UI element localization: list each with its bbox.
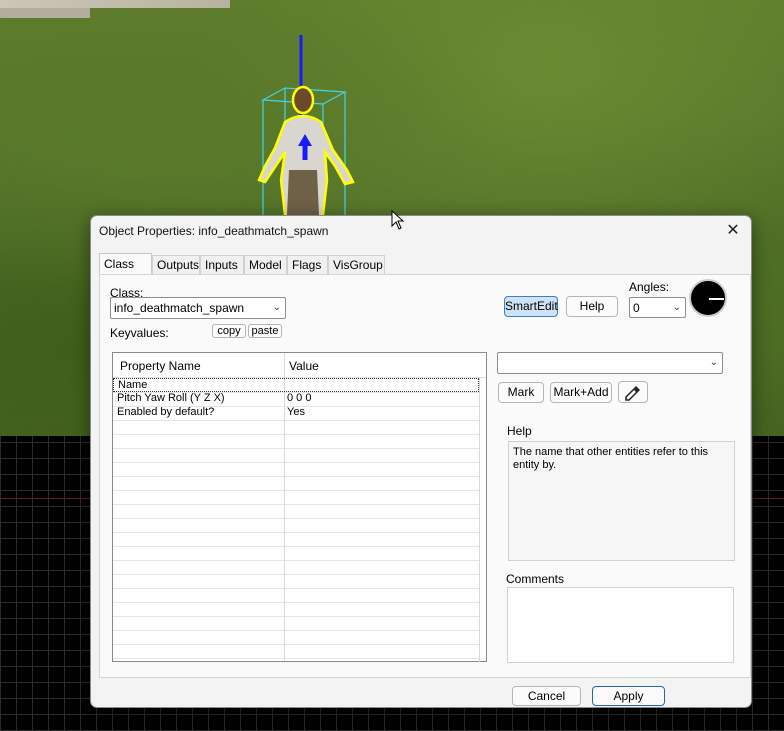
column-property-name[interactable]: Property Name <box>120 359 201 373</box>
angles-label: Angles: <box>629 280 670 294</box>
tab-outputs[interactable]: Outputs <box>152 255 200 275</box>
dialog-title: Object Properties: info_deathmatch_spawn <box>99 224 329 238</box>
class-combobox[interactable]: info_deathmatch_spawn ⌄ <box>110 297 286 319</box>
property-list[interactable]: Property Name Value Name Pitch Yaw Roll … <box>112 352 487 662</box>
help-button[interactable]: Help <box>566 296 618 317</box>
property-name-cell: Name <box>118 379 148 391</box>
property-value-cell: 0 0 0 <box>287 392 312 404</box>
help-section-label: Help <box>507 424 532 438</box>
close-button[interactable]: ✕ <box>721 219 745 243</box>
help-text: The name that other entities refer to th… <box>513 446 709 471</box>
dialog-titlebar[interactable]: Object Properties: info_deathmatch_spawn… <box>91 216 751 246</box>
object-properties-dialog: Object Properties: info_deathmatch_spawn… <box>90 215 752 708</box>
tab-inputs[interactable]: Inputs <box>200 255 244 275</box>
chevron-down-icon: ⌄ <box>272 302 281 313</box>
column-value[interactable]: Value <box>289 359 319 373</box>
property-name-cell: Pitch Yaw Roll (Y Z X) <box>117 392 225 404</box>
chevron-down-icon: ⌄ <box>709 357 718 368</box>
property-list-header: Property Name Value <box>113 353 486 378</box>
smartedit-button[interactable]: SmartEdit <box>504 296 558 317</box>
angles-value: 0 <box>633 301 640 315</box>
property-value-cell: Yes <box>287 406 305 418</box>
class-value: info_deathmatch_spawn <box>114 301 245 315</box>
table-row[interactable]: Enabled by default? Yes <box>113 406 479 420</box>
angle-dial-hand <box>709 298 724 300</box>
value-combobox[interactable]: ⌄ <box>497 352 723 374</box>
column-divider <box>479 378 480 662</box>
eyedropper-icon <box>625 386 640 401</box>
help-text-box: The name that other entities refer to th… <box>508 441 735 561</box>
comments-label: Comments <box>506 572 565 586</box>
table-row[interactable]: Pitch Yaw Roll (Y Z X) 0 0 0 <box>113 392 479 406</box>
apply-button[interactable]: Apply <box>592 686 665 706</box>
tab-flags[interactable]: Flags <box>287 255 328 275</box>
cancel-button[interactable]: Cancel <box>512 686 581 706</box>
tab-model[interactable]: Model <box>244 255 287 275</box>
eyedropper-button[interactable] <box>618 381 648 403</box>
tab-visgroup[interactable]: VisGroup <box>328 255 385 275</box>
mouse-cursor-icon <box>391 210 405 230</box>
paste-button[interactable]: paste <box>248 324 282 338</box>
wall-edge <box>0 0 230 8</box>
property-name-cell: Enabled by default? <box>117 406 215 418</box>
keyvalues-label: Keyvalues: <box>110 326 169 340</box>
table-row[interactable]: Name <box>113 378 479 392</box>
copy-button[interactable]: copy <box>212 324 246 338</box>
mark-button[interactable]: Mark <box>498 382 544 403</box>
tab-class-info[interactable]: Class Info <box>99 253 152 291</box>
comments-textarea[interactable] <box>507 587 734 663</box>
angle-dial[interactable] <box>689 279 727 317</box>
selected-entity-player-model[interactable] <box>255 30 375 220</box>
player-figure <box>257 85 355 217</box>
mark-add-button[interactable]: Mark+Add <box>550 382 612 403</box>
chevron-down-icon: ⌄ <box>672 302 681 313</box>
property-grid-lines <box>113 392 479 662</box>
angles-combobox[interactable]: 0 ⌄ <box>629 297 686 318</box>
class-info-panel: Class: info_deathmatch_spawn ⌄ Keyvalues… <box>99 274 751 678</box>
